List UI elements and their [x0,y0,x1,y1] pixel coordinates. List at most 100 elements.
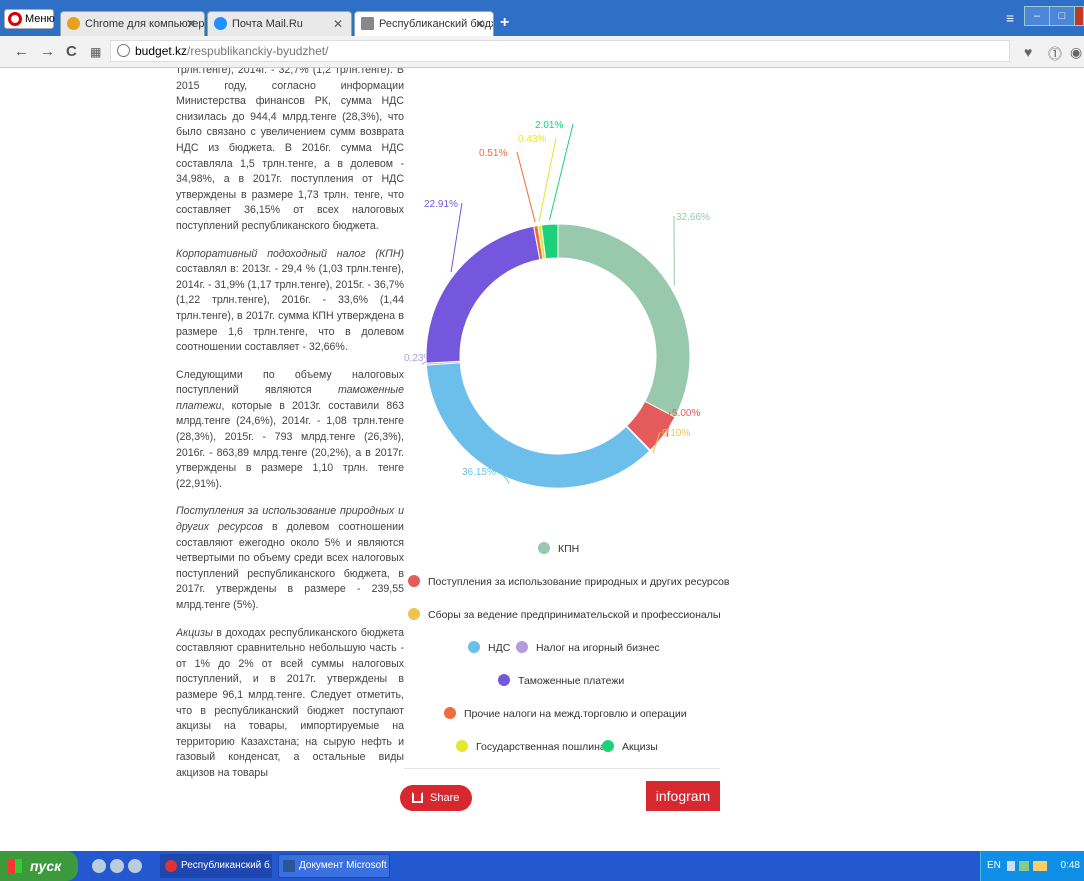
legend-label: Таможенные платежи [518,675,625,687]
label-leader-line [548,123,574,221]
url-field[interactable]: budget.kz/respublikanckiy-byudzhet/ [110,40,1010,62]
globe-icon [117,44,130,57]
label-leader-line [516,151,536,223]
legend-dot [602,740,614,752]
legend-dot [456,740,468,752]
menu-label: Меню [25,13,55,25]
windows-flag-icon [8,859,22,873]
tab-budget[interactable]: Республиканский бюджет - ...✕ [354,11,494,36]
label-leader-line [538,137,557,222]
quicklaunch-ie-icon[interactable] [110,859,124,873]
legend-dot [498,674,510,686]
paragraph-nds: трлн.тенге), 2014г. - 32,7% (1,2 трлн.те… [176,68,404,232]
heart-icon[interactable]: ♥ [1024,44,1032,60]
word-icon [283,860,295,872]
quicklaunch-opera-icon[interactable] [92,859,106,873]
kpn-text: составлял в: 2013г. - 29,4 % (1,03 трлн.… [176,263,404,354]
browser-tab-bar: Меню Chrome для компьютеров ✕ Почта Mail.… [0,0,1084,36]
share-label: Share [430,792,460,804]
legend-dot [468,641,480,653]
forward-icon[interactable]: → [40,43,55,60]
paragraph-customs: Следующими по объему налоговых поступлен… [176,368,404,493]
opera-logo-icon [8,12,22,26]
new-tab-button[interactable]: + [500,14,509,32]
legend-item-gambling[interactable]: Налог на игорный бизнес [516,641,660,654]
quicklaunch-media-icon[interactable] [128,859,142,873]
infogram-widget: 32.66% 5.00% 0.10% 36.15% 0.23% 22.91% 0.51% 0.… [400,68,729,818]
legend-item-customs[interactable]: Таможенные платежи [498,674,624,687]
language-indicator[interactable]: EN [987,851,1001,881]
windows-taskbar: пуск Республиканский б... Документ Micro… [0,851,1084,881]
legend-label: Поступления за использование природных и… [428,576,730,588]
legend-dot [408,575,420,587]
donut-slice[interactable] [425,225,541,364]
legend-item-nds[interactable]: НДС [468,641,510,654]
legend-label: Налог на игорный бизнес [536,642,660,654]
legend-label: Государственная пошлина [476,741,606,753]
legend-label: КПН [558,543,580,555]
opera-icon [165,860,177,872]
url-path: /respublikanckiy-byudzhet/ [187,44,329,58]
paragraph-kpn: Корпоративный подоходный налог (КПН) сос… [176,247,404,356]
widget-footer: Share infogram [400,768,720,818]
start-button[interactable]: пуск [0,851,78,881]
infogram-logo[interactable]: infogram [646,781,720,811]
data-label: 36.15% [462,467,496,478]
share-button[interactable]: Share [400,785,472,811]
label-leader-line [450,202,463,273]
data-label: 0.43% [518,134,546,145]
page-favicon-icon [361,17,374,30]
article-text: трлн.тенге), 2014г. - 32,7% (1,2 трлн.те… [176,68,404,851]
legend-item-other-trade[interactable]: Прочие налоги на межд.торговлю и операци… [444,707,687,720]
kpn-term: Корпоративный подоходный налог (КПН) [176,247,404,260]
speed-dial-icon[interactable]: ▦ [90,45,101,59]
donut-chart: 32.66%5.00%0.10%36.15%0.23%22.91%0.51%0.… [404,120,710,489]
legend-item-resources[interactable]: Поступления за использование природных и… [408,575,729,588]
legend-label: НДС [488,642,511,654]
download-icon[interactable]: ⓵ [1048,44,1062,64]
data-label: 0.10% [662,428,690,439]
resources-text: в долевом соотношении составляют ежегодн… [176,521,404,611]
maximize-button[interactable]: □ [1049,6,1075,26]
legend-dot [444,707,456,719]
legend-label: Сборы за ведение предпринимательской и п… [428,609,720,621]
system-tray: EN 0:48 [980,851,1084,881]
tab-menu-icon[interactable]: ≡ [1006,10,1014,26]
close-icon[interactable]: ✕ [333,12,343,36]
legend-item-excise[interactable]: Акцизы [602,740,658,753]
taskbar-button-label: Документ Microsoft ... [299,860,390,871]
chrome-favicon-icon [67,17,80,30]
tab-mail[interactable]: Почта Mail.Ru ✕ [207,11,352,36]
legend-label: Прочие налоги на межд.торговлю и операци… [464,708,687,720]
data-label: 5.00% [672,408,700,419]
share-icon [412,792,423,803]
legend-item-fees[interactable]: Сборы за ведение предпринимательской и п… [408,608,720,621]
back-icon[interactable]: ← [14,43,29,60]
mail-favicon-icon [214,17,227,30]
legend-item-state-duty[interactable]: Государственная пошлина [456,740,606,753]
donut-slice[interactable] [557,223,691,418]
clock: 0:48 [1060,860,1080,871]
legend-dot [408,608,420,620]
data-label: 22.91% [424,199,458,210]
legend-item-kpn[interactable]: КПН [538,542,579,555]
close-window-button[interactable] [1074,6,1084,26]
tab-chrome[interactable]: Chrome для компьютеров ✕ [60,11,205,36]
close-icon[interactable]: ✕ [186,12,196,36]
data-label: 0.51% [479,148,507,159]
extension-icon[interactable]: ◉ [1070,44,1082,61]
reload-icon[interactable]: C [66,43,77,60]
donut-slice[interactable] [425,362,651,489]
tray-icons[interactable] [1007,861,1047,871]
close-icon[interactable]: ✕ [475,12,485,36]
paragraph-excise: Акцизы в доходах республиканского бюджет… [176,626,404,782]
minimize-button[interactable]: – [1024,6,1050,26]
legend-label: Акцизы [622,741,658,753]
url-domain: budget.kz [135,44,188,58]
taskbar-button-label: Республиканский б... [181,860,272,871]
taskbar-button-browser[interactable]: Республиканский б... [160,854,272,878]
legend-dot [516,641,528,653]
taskbar-button-word[interactable]: Документ Microsoft ... [278,854,390,878]
opera-menu-button[interactable]: Меню [4,9,55,29]
tab-label: Почта Mail.Ru [232,18,303,30]
